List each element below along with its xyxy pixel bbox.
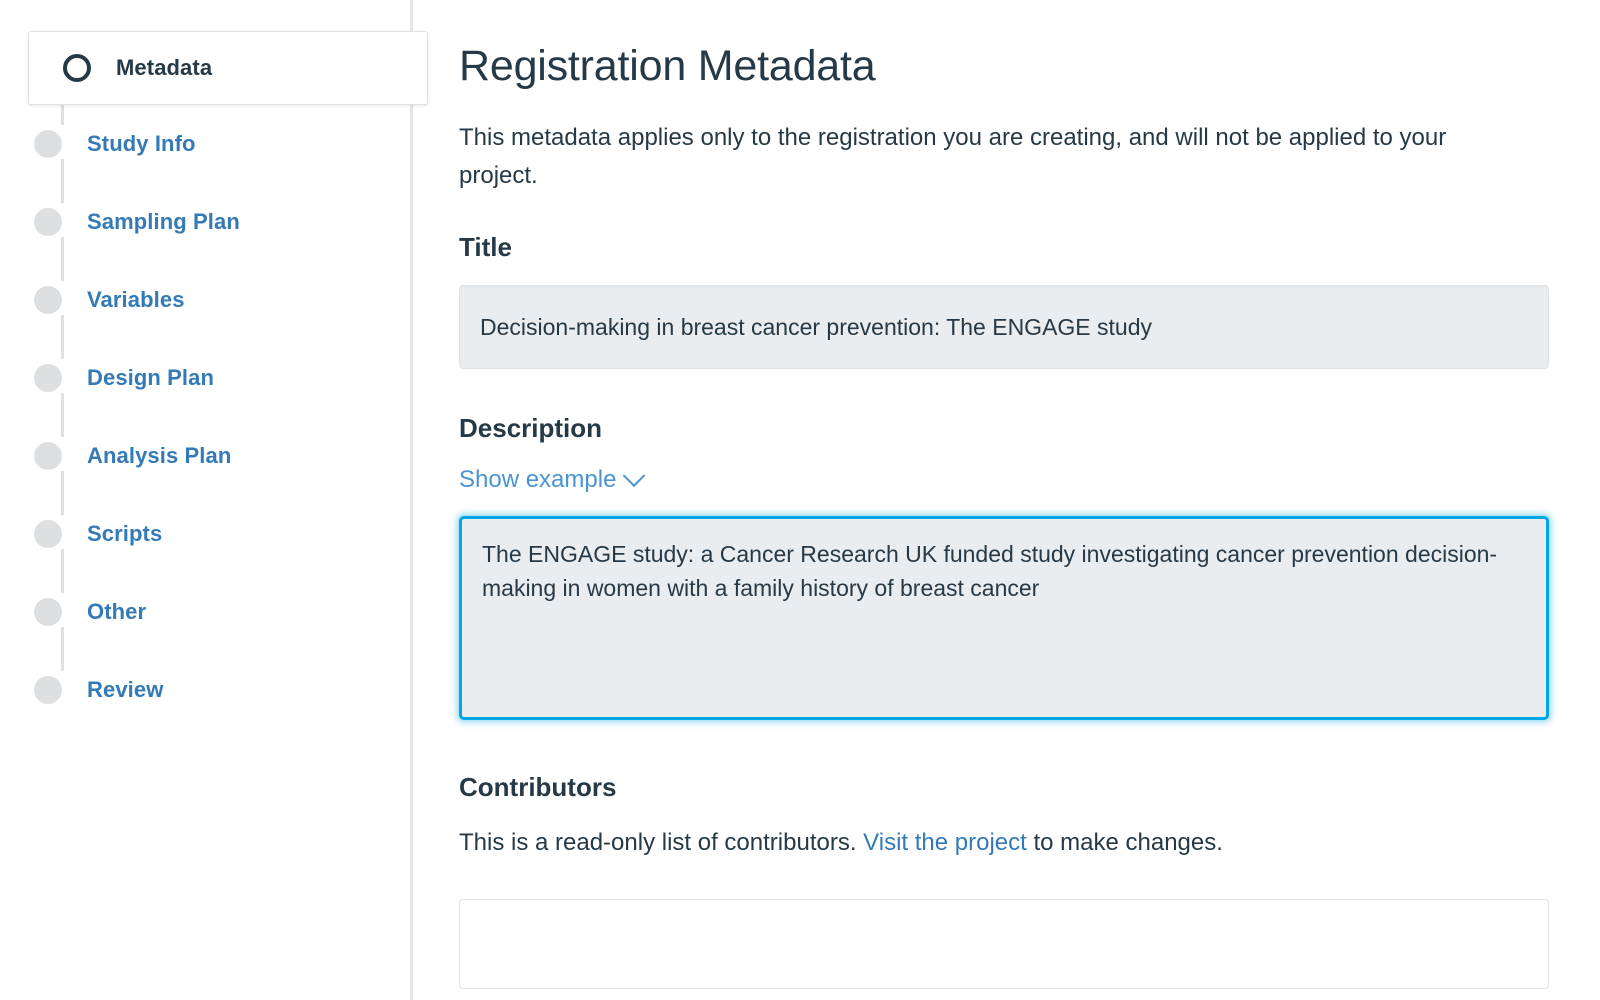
sidebar-item-label: Review [87, 677, 164, 702]
description-field-heading: Description [459, 413, 603, 444]
registration-metadata-page: Metadata Study Info Sampling Plan Variab… [0, 0, 1600, 1000]
registration-stepper-sidebar: Metadata Study Info Sampling Plan Variab… [0, 0, 428, 1000]
sidebar-item-label: Analysis Plan [87, 443, 232, 468]
step-marker-analysis-plan [28, 442, 68, 470]
dot-icon [34, 364, 62, 392]
main-content: Registration Metadata This metadata appl… [413, 0, 1600, 1000]
step-marker-metadata [57, 54, 97, 82]
step-marker-other [28, 598, 68, 626]
sidebar-item-scripts[interactable]: Scripts [0, 495, 410, 573]
dot-icon [34, 442, 62, 470]
chevron-down-icon [623, 464, 646, 488]
page-intro-text: This metadata applies only to the regist… [459, 124, 1447, 189]
show-example-label: Show example [459, 466, 617, 494]
show-example-toggle[interactable]: Show example [459, 464, 646, 494]
visit-the-project-link[interactable]: Visit the project [863, 829, 1027, 856]
step-marker-study-info [28, 130, 68, 158]
title-field-heading: Title [459, 232, 512, 263]
dot-icon [34, 676, 62, 704]
sidebar-item-metadata[interactable]: Metadata [28, 31, 428, 105]
step-marker-scripts [28, 520, 68, 548]
dot-icon [34, 520, 62, 548]
sidebar-item-variables[interactable]: Variables [0, 261, 410, 339]
sidebar-item-review[interactable]: Review [0, 651, 410, 729]
dot-icon [34, 286, 62, 314]
sidebar-item-study-info[interactable]: Study Info [0, 105, 410, 183]
dot-icon [34, 208, 62, 236]
step-marker-sampling-plan [28, 208, 68, 236]
contributors-note-suffix: to make changes. [1026, 829, 1223, 857]
sidebar-item-design-plan[interactable]: Design Plan [0, 339, 410, 417]
title-input-value: Decision-making in breast cancer prevent… [480, 313, 1152, 340]
dot-icon [34, 130, 62, 158]
step-marker-review [28, 676, 68, 704]
sidebar-item-label: Sampling Plan [87, 209, 240, 234]
sidebar-item-label: Design Plan [87, 365, 215, 390]
step-marker-design-plan [28, 364, 68, 392]
sidebar-item-label: Study Info [87, 131, 196, 156]
dot-icon [34, 598, 62, 626]
ring-icon [63, 54, 91, 82]
sidebar-item-sampling-plan[interactable]: Sampling Plan [0, 183, 410, 261]
sidebar-item-label: Scripts [87, 521, 163, 546]
contributors-heading: Contributors [459, 772, 617, 803]
sidebar-item-other[interactable]: Other [0, 573, 410, 651]
sidebar-item-analysis-plan[interactable]: Analysis Plan [0, 417, 410, 495]
sidebar-item-label: Variables [87, 287, 185, 312]
description-textarea-value: The ENGAGE study: a Cancer Research UK f… [482, 541, 1498, 602]
stepper-list: Metadata Study Info Sampling Plan Variab… [0, 0, 428, 729]
contributors-table [459, 899, 1549, 990]
contributors-note-prefix: This is a read-only list of contributors… [459, 829, 864, 857]
description-textarea[interactable]: The ENGAGE study: a Cancer Research UK f… [459, 516, 1549, 721]
sidebar-item-label: Other [87, 599, 147, 624]
sidebar-item-label: Metadata [116, 55, 213, 80]
page-title: Registration Metadata [459, 42, 876, 90]
title-input[interactable]: Decision-making in breast cancer prevent… [459, 285, 1549, 370]
step-marker-variables [28, 286, 68, 314]
contributors-note: This is a read-only list of contributors… [459, 825, 1548, 861]
